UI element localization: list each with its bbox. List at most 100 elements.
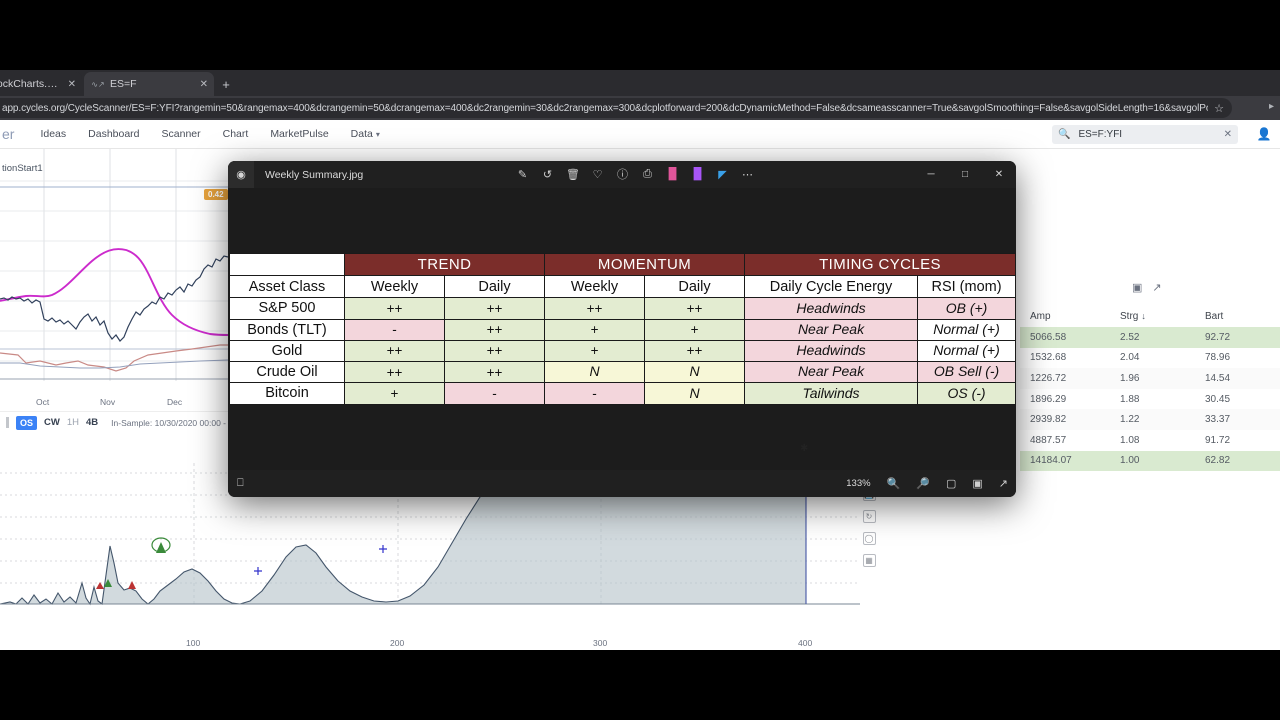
table-row[interactable]: 5066.58 2.52 92.72 [1020, 327, 1280, 348]
photos-app-icon[interactable]: ◤ [716, 168, 729, 181]
viewer-file-title: Weekly Summary.jpg [265, 168, 364, 181]
table-row: Bitcoin + - - N Tailwinds OS (-) [229, 382, 1016, 405]
info-icon[interactable]: ⓘ [616, 166, 629, 182]
close-button[interactable]: ✕ [982, 161, 1016, 188]
cell-mom-daily: ++ [644, 297, 746, 320]
clear-search-icon[interactable]: ✕ [1224, 129, 1232, 140]
cell-trend-daily: - [443, 382, 546, 405]
maximize-button[interactable]: □ [948, 161, 982, 188]
photos-icon: ◉ [228, 161, 254, 188]
minimize-button[interactable]: ─ [914, 161, 948, 188]
app-brand: er [2, 126, 15, 142]
column-header-amp[interactable]: Amp [1020, 311, 1120, 322]
viewer-canvas[interactable]: TREND MOMENTUM TIMING CYCLES Asset Class… [228, 188, 1016, 470]
status-mode[interactable]: CW [44, 417, 60, 428]
nav-item-scanner[interactable]: Scanner [162, 128, 201, 140]
column-header-strg[interactable]: Strg ↓ [1120, 311, 1205, 322]
export-table-icon[interactable]: ▣ [1132, 281, 1142, 294]
star-icon[interactable]: ☆ [1214, 102, 1224, 115]
cell-asset: Bitcoin [229, 382, 345, 405]
browser-chrome: tockCharts.com ✕ ∿↗ ES=F ✕ + app.cycles.… [0, 70, 1280, 120]
table-row[interactable]: 2939.82 1.22 33.37 [1020, 409, 1280, 430]
designer-app-icon[interactable]: █ [666, 168, 679, 180]
table-row[interactable]: 4887.57 1.08 91.72 [1020, 430, 1280, 451]
browser-tab-esf[interactable]: ∿↗ ES=F ✕ [84, 72, 214, 96]
search-input[interactable] [1070, 129, 1224, 140]
cell-bart: 14.54 [1205, 372, 1231, 384]
table-row[interactable]: 1226.72 1.96 14.54 [1020, 368, 1280, 389]
cell-rsi: OS (-) [917, 382, 1016, 405]
status-bars[interactable]: 4B [86, 417, 98, 428]
column-header-bart[interactable]: Bart [1205, 311, 1280, 322]
cell-trend-weekly: ++ [344, 361, 445, 384]
nav-item-dashboard[interactable]: Dashboard [88, 128, 139, 140]
cell-mom-weekly: ++ [544, 297, 646, 320]
table-row[interactable]: 14184.07 1.00 62.82 [1020, 450, 1280, 472]
nav-item-chart[interactable]: Chart [223, 128, 249, 140]
weekly-summary-table: TREND MOMENTUM TIMING CYCLES Asset Class… [229, 253, 1016, 405]
print-icon[interactable]: ⎙ [641, 168, 654, 181]
filmstrip-icon[interactable]: ⎕ [237, 477, 244, 490]
cell-rsi: Normal (+) [917, 318, 1016, 341]
refresh-icon[interactable]: ↻ [862, 510, 876, 523]
status-timeframe[interactable]: 1H [67, 417, 79, 428]
rotate-icon[interactable]: ↺ [541, 168, 554, 181]
new-tab-button[interactable]: + [216, 74, 236, 94]
table-row: S&P 500 ++ ++ ++ ++ Headwinds OB (+) [229, 297, 1016, 320]
grid-icon[interactable]: ▦ [862, 554, 876, 567]
nav-item-data[interactable]: Data ▾ [351, 128, 380, 140]
sub-header-mom-daily: Daily [644, 275, 746, 299]
close-icon[interactable]: ✕ [68, 79, 76, 90]
cell-amp: 1532.68 [1030, 352, 1067, 364]
nav-items: Ideas Dashboard Scanner Chart MarketPuls… [40, 128, 379, 140]
sub-header-asset-class: Asset Class [229, 275, 345, 299]
cell-energy: Near Peak [744, 361, 919, 384]
favorite-icon[interactable]: ♡ [591, 168, 604, 181]
panel-tools: ▣ ↗ [1132, 281, 1162, 294]
viewer-zoom-controls: 133% 🔍 🔎 ▢ ▣ ↗ [846, 477, 1008, 490]
mouse-cursor: ✱ [800, 443, 809, 454]
actual-size-icon[interactable]: ▣ [972, 477, 982, 490]
delete-icon[interactable]: 🗑 [566, 168, 580, 181]
cell-asset: S&P 500 [229, 297, 345, 320]
url-pill[interactable]: app.cycles.org/CycleScanner/ES=F:YFI?ran… [0, 98, 1232, 118]
user-icon[interactable]: 👤 [1256, 126, 1272, 142]
drag-handle[interactable] [6, 417, 9, 428]
nav-item-ideas[interactable]: Ideas [40, 128, 66, 140]
status-chip-os[interactable]: OS [16, 415, 38, 430]
table-row[interactable]: 1896.29 1.88 30.45 [1020, 389, 1280, 410]
cell-amp: 14184.07 [1030, 455, 1072, 467]
nav-item-marketpulse[interactable]: MarketPulse [270, 128, 328, 140]
viewer-bottom-bar: ⎕ 133% 🔍 🔎 ▢ ▣ ↗ [228, 470, 1016, 497]
chevron-right-icon[interactable]: ▸ [1269, 101, 1274, 112]
fullscreen-icon[interactable]: ↗ [999, 477, 1008, 490]
table-row: Bonds (TLT) - ++ + + Near Peak Normal (+… [229, 318, 1016, 341]
cell-amp: 1896.29 [1030, 393, 1067, 405]
cell-strg: 1.88 [1120, 393, 1140, 405]
chart-favicon-icon: ∿↗ [91, 79, 105, 89]
cell-amp: 2939.82 [1030, 414, 1067, 426]
group-header-momentum: MOMENTUM [544, 253, 746, 277]
url-text[interactable]: app.cycles.org/CycleScanner/ES=F:YFI?ran… [2, 103, 1208, 114]
fit-to-window-icon[interactable]: ▢ [946, 477, 956, 490]
browser-tab-stockcharts[interactable]: tockCharts.com ✕ [0, 72, 82, 96]
cell-bart: 91.72 [1205, 434, 1231, 446]
more-options-icon[interactable]: ⋯ [741, 168, 754, 181]
zoom-out-icon[interactable]: 🔍 [887, 477, 901, 490]
chevron-down-icon: ▾ [375, 130, 380, 139]
clock-icon[interactable]: ◯ [862, 532, 876, 545]
x-tick: 100 [186, 638, 201, 648]
sort-descending-icon: ↓ [1141, 310, 1146, 321]
close-icon[interactable]: ✕ [200, 79, 208, 90]
viewer-titlebar[interactable]: ◉ Weekly Summary.jpg ✎ ↺ 🗑 ♡ ⓘ ⎙ █ █ ◤ ⋯… [228, 161, 1016, 188]
x-tick: Dec [167, 397, 183, 407]
cell-trend-weekly: + [344, 382, 445, 405]
cell-trend-daily: ++ [443, 297, 546, 320]
cell-mom-daily: N [644, 382, 746, 405]
symbol-search[interactable]: 🔍 ✕ [1052, 125, 1238, 144]
expand-icon[interactable]: ↗ [1152, 281, 1161, 294]
edit-image-icon[interactable]: ✎ [516, 168, 529, 181]
table-row[interactable]: 1532.68 2.04 78.96 [1020, 348, 1280, 369]
clipchamp-app-icon[interactable]: █ [691, 168, 704, 180]
zoom-in-icon[interactable]: 🔎 [916, 477, 930, 490]
